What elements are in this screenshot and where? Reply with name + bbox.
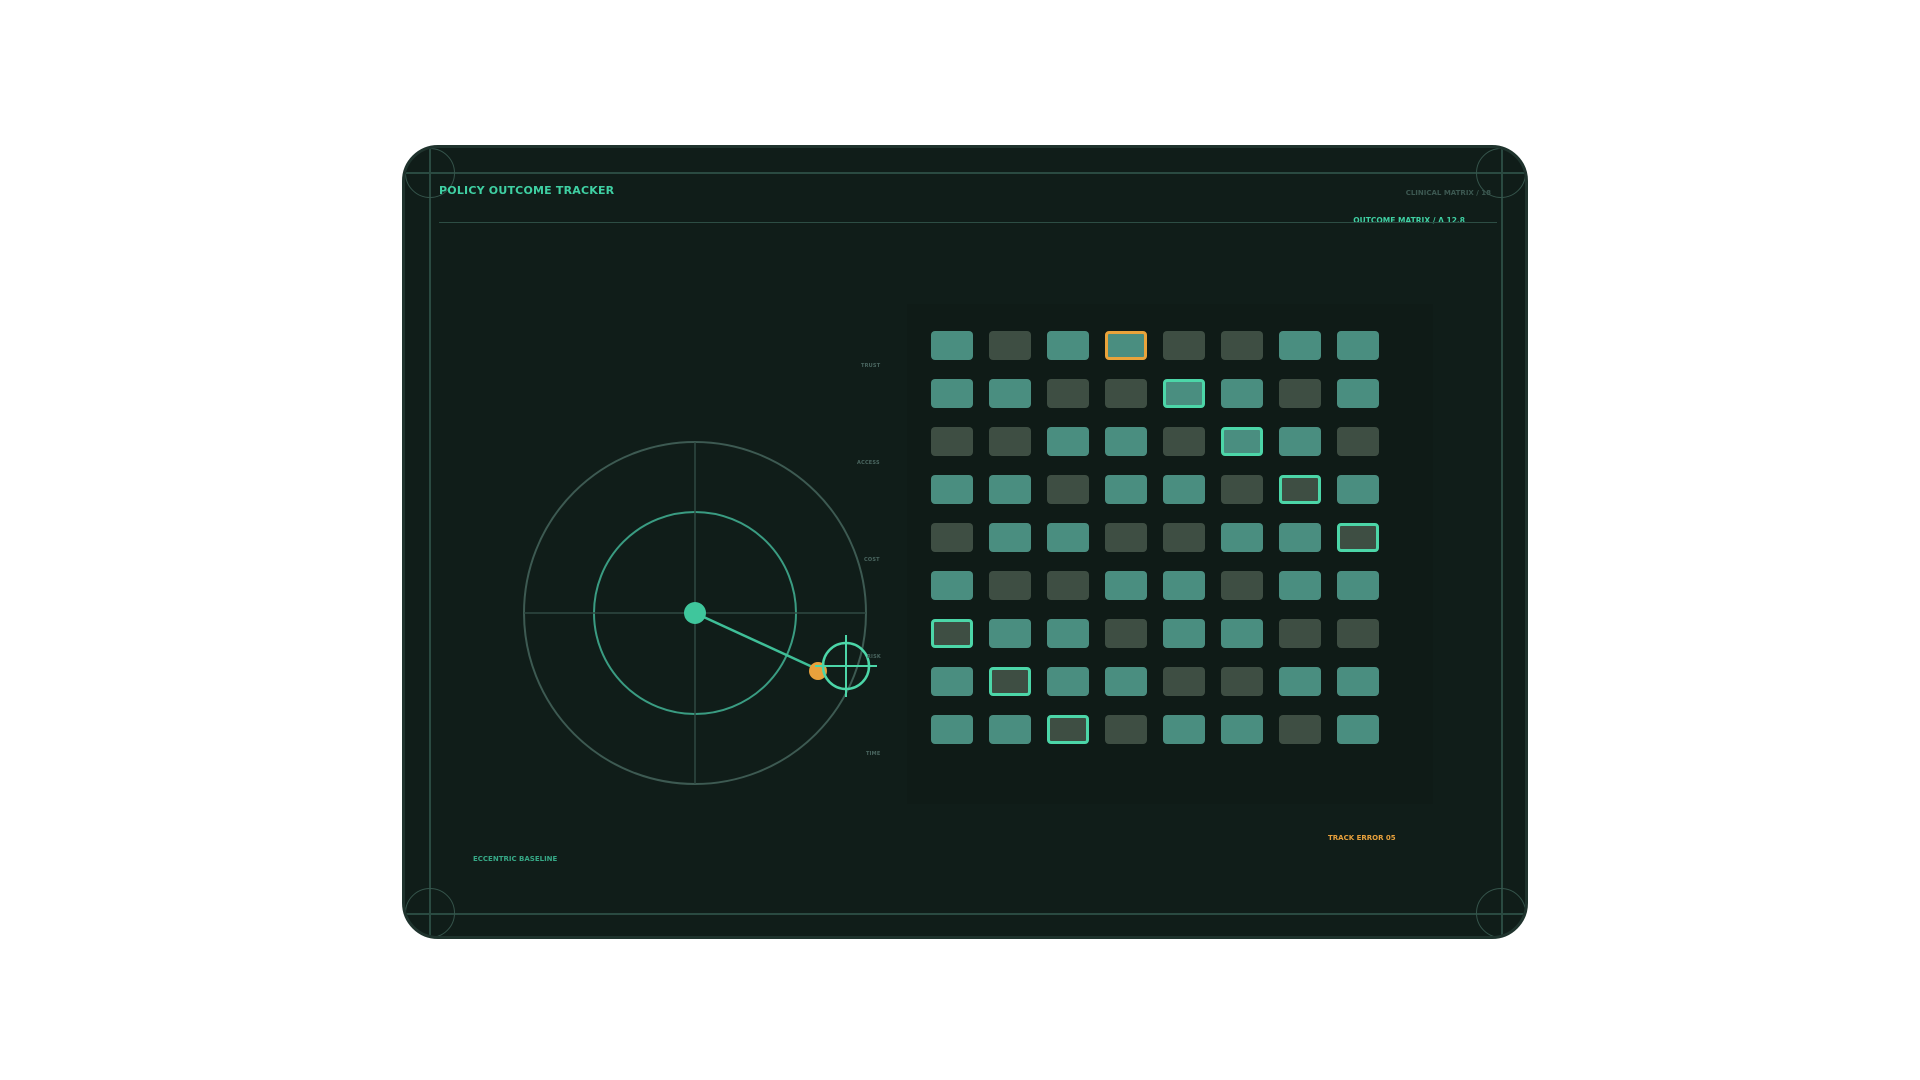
matrix-cell-r6-c1[interactable]	[989, 619, 1031, 648]
header-meta-accent: OUTCOME MATRIX / Δ 12.8	[1353, 216, 1465, 225]
matrix-cell-r1-c6[interactable]	[1279, 379, 1321, 408]
matrix-cell-r4-c2[interactable]	[1047, 523, 1089, 552]
matrix-cell-r3-c5[interactable]	[1221, 475, 1263, 504]
matrix-cell-r8-c5[interactable]	[1221, 715, 1263, 744]
axis-label-trust: TRUST	[861, 363, 881, 369]
matrix-cell-r7-c4[interactable]	[1163, 667, 1205, 696]
matrix-cell-r7-c0[interactable]	[931, 667, 973, 696]
axis-label-cost: COST	[864, 557, 880, 563]
matrix-cell-r7-c6[interactable]	[1279, 667, 1321, 696]
matrix-cell-r5-c1[interactable]	[989, 571, 1031, 600]
outcome-matrix	[907, 304, 1433, 804]
matrix-cell-r7-c5[interactable]	[1221, 667, 1263, 696]
matrix-cell-r0-c0[interactable]	[931, 331, 973, 360]
matrix-cell-r5-c0[interactable]	[931, 571, 973, 600]
matrix-cell-r6-c4[interactable]	[1163, 619, 1205, 648]
corner-ring-bottom-right	[1476, 888, 1525, 936]
matrix-cell-r8-c7[interactable]	[1337, 715, 1379, 744]
matrix-cell-r7-c1[interactable]	[989, 667, 1031, 696]
matrix-cell-r8-c0[interactable]	[931, 715, 973, 744]
matrix-cell-r8-c4[interactable]	[1163, 715, 1205, 744]
matrix-cell-r0-c3[interactable]	[1105, 331, 1147, 360]
matrix-cell-r2-c6[interactable]	[1279, 427, 1321, 456]
matrix-cell-r6-c6[interactable]	[1279, 619, 1321, 648]
matrix-cell-r5-c7[interactable]	[1337, 571, 1379, 600]
matrix-cell-r5-c3[interactable]	[1105, 571, 1147, 600]
matrix-cell-r5-c2[interactable]	[1047, 571, 1089, 600]
track-error-label: TRACK ERROR 05	[1328, 834, 1396, 842]
matrix-cell-r2-c3[interactable]	[1105, 427, 1147, 456]
matrix-cell-r2-c0[interactable]	[931, 427, 973, 456]
matrix-cell-r6-c3[interactable]	[1105, 619, 1147, 648]
matrix-cell-r0-c5[interactable]	[1221, 331, 1263, 360]
matrix-cell-r4-c3[interactable]	[1105, 523, 1147, 552]
matrix-cell-r5-c5[interactable]	[1221, 571, 1263, 600]
matrix-cell-r6-c7[interactable]	[1337, 619, 1379, 648]
matrix-cell-r4-c4[interactable]	[1163, 523, 1205, 552]
matrix-cell-r3-c2[interactable]	[1047, 475, 1089, 504]
matrix-cell-r7-c2[interactable]	[1047, 667, 1089, 696]
matrix-cell-r1-c0[interactable]	[931, 379, 973, 408]
matrix-cell-r4-c0[interactable]	[931, 523, 973, 552]
matrix-cell-r8-c6[interactable]	[1279, 715, 1321, 744]
matrix-cell-r4-c7[interactable]	[1337, 523, 1379, 552]
matrix-cell-r5-c6[interactable]	[1279, 571, 1321, 600]
matrix-cell-r0-c7[interactable]	[1337, 331, 1379, 360]
matrix-cell-r7-c7[interactable]	[1337, 667, 1379, 696]
matrix-cell-r7-c3[interactable]	[1105, 667, 1147, 696]
matrix-cell-r0-c1[interactable]	[989, 331, 1031, 360]
matrix-cell-r6-c2[interactable]	[1047, 619, 1089, 648]
matrix-cell-r3-c4[interactable]	[1163, 475, 1205, 504]
matrix-cell-r8-c2[interactable]	[1047, 715, 1089, 744]
header-meta-dim: CLINICAL MATRIX / 18	[1405, 189, 1491, 197]
matrix-cell-r1-c5[interactable]	[1221, 379, 1263, 408]
matrix-cell-r5-c4[interactable]	[1163, 571, 1205, 600]
matrix-cell-r3-c3[interactable]	[1105, 475, 1147, 504]
matrix-cell-r2-c5[interactable]	[1221, 427, 1263, 456]
matrix-cell-r8-c3[interactable]	[1105, 715, 1147, 744]
matrix-cell-r6-c0[interactable]	[931, 619, 973, 648]
matrix-cell-r3-c1[interactable]	[989, 475, 1031, 504]
frame-right-line	[1501, 148, 1503, 936]
matrix-cell-r8-c1[interactable]	[989, 715, 1031, 744]
matrix-cell-r1-c4[interactable]	[1163, 379, 1205, 408]
matrix-cell-r1-c2[interactable]	[1047, 379, 1089, 408]
matrix-cell-r0-c4[interactable]	[1163, 331, 1205, 360]
matrix-cell-r2-c7[interactable]	[1337, 427, 1379, 456]
axis-label-risk: RISK	[867, 654, 881, 660]
matrix-cell-r0-c2[interactable]	[1047, 331, 1089, 360]
matrix-cell-r3-c6[interactable]	[1279, 475, 1321, 504]
radar-center-dot	[684, 602, 706, 624]
matrix-cell-r4-c6[interactable]	[1279, 523, 1321, 552]
matrix-cell-r2-c1[interactable]	[989, 427, 1031, 456]
matrix-cell-r3-c7[interactable]	[1337, 475, 1379, 504]
axis-label-time: TIME	[866, 751, 881, 757]
matrix-cell-r1-c3[interactable]	[1105, 379, 1147, 408]
matrix-cell-r1-c1[interactable]	[989, 379, 1031, 408]
matrix-cell-r3-c0[interactable]	[931, 475, 973, 504]
tracker-panel: POLICY OUTCOME TRACKER CLINICAL MATRIX /…	[402, 145, 1528, 939]
axis-label-access: ACCESS	[857, 460, 880, 466]
eccentric-baseline-label: ECCENTRIC BASELINE	[473, 855, 558, 863]
matrix-cell-r2-c2[interactable]	[1047, 427, 1089, 456]
matrix-cell-r0-c6[interactable]	[1279, 331, 1321, 360]
radar-graphic	[523, 441, 877, 785]
matrix-cell-r2-c4[interactable]	[1163, 427, 1205, 456]
matrix-cell-r1-c7[interactable]	[1337, 379, 1379, 408]
radar-vector-line	[694, 611, 820, 672]
matrix-cell-r4-c1[interactable]	[989, 523, 1031, 552]
matrix-cell-r6-c5[interactable]	[1221, 619, 1263, 648]
matrix-cell-r4-c5[interactable]	[1221, 523, 1263, 552]
